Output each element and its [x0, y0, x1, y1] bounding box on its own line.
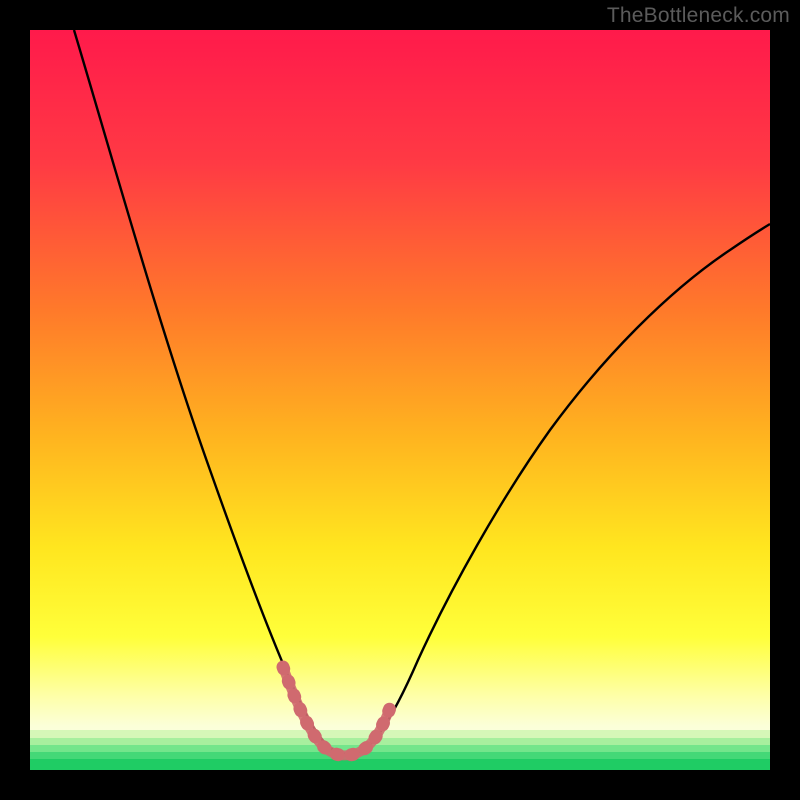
- trough-highlight-fill: [283, 667, 390, 755]
- curve-path: [74, 30, 770, 754]
- bottleneck-curve: [30, 30, 770, 770]
- plot-area: [30, 30, 770, 770]
- chart-frame: TheBottleneck.com: [0, 0, 800, 800]
- watermark-text: TheBottleneck.com: [607, 4, 790, 28]
